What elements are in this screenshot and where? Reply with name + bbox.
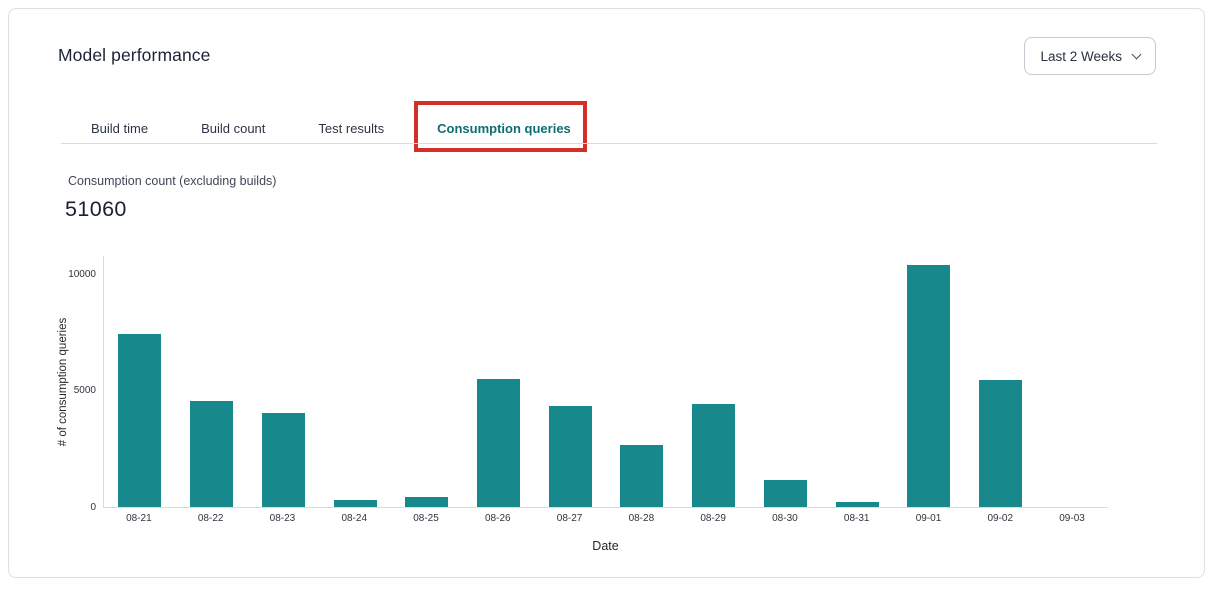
tab-consumption-queries[interactable]: Consumption queries <box>435 113 573 144</box>
bar-08-22[interactable] <box>190 401 233 507</box>
bar-08-26[interactable] <box>477 379 520 507</box>
x-tick-label: 08-28 <box>605 513 677 524</box>
bar-slot <box>176 401 248 507</box>
time-range-dropdown[interactable]: Last 2 Weeks <box>1024 37 1156 75</box>
bar-08-25[interactable] <box>405 497 448 507</box>
bars-container <box>104 256 1108 507</box>
page-title: Model performance <box>58 37 210 66</box>
y-tick-label: 0 <box>54 502 96 513</box>
bar-slot <box>247 413 319 507</box>
x-axis-ticks: 08-2108-2208-2308-2408-2508-2608-2708-28… <box>103 513 1108 524</box>
y-tick-label: 5000 <box>54 385 96 396</box>
bar-slot <box>749 480 821 507</box>
bar-slot <box>319 500 391 507</box>
x-tick-label: 08-24 <box>318 513 390 524</box>
tab-build-time[interactable]: Build time <box>89 113 150 144</box>
x-tick-label: 09-03 <box>1036 513 1108 524</box>
tab-consumption-queries-label: Consumption queries <box>437 121 571 136</box>
x-tick-label: 08-31 <box>821 513 893 524</box>
bar-slot <box>678 404 750 507</box>
tab-bar: Build time Build count Test results Cons… <box>89 113 573 144</box>
x-tick-label: 08-29 <box>677 513 749 524</box>
x-tick-label: 08-27 <box>534 513 606 524</box>
x-tick-label: 09-02 <box>964 513 1036 524</box>
bar-08-24[interactable] <box>334 500 377 507</box>
bar-slot <box>534 406 606 507</box>
tabbar-divider <box>61 143 1157 144</box>
x-tick-label: 08-23 <box>247 513 319 524</box>
x-tick-label: 08-25 <box>390 513 462 524</box>
card-header: Model performance Last 2 Weeks <box>58 37 1156 75</box>
bar-09-01[interactable] <box>907 265 950 507</box>
bar-slot <box>606 445 678 507</box>
bar-09-02[interactable] <box>979 380 1022 507</box>
bar-slot <box>821 502 893 507</box>
bar-08-23[interactable] <box>262 413 305 507</box>
y-tick-label: 10000 <box>54 269 96 280</box>
bar-08-28[interactable] <box>620 445 663 507</box>
x-tick-label: 08-26 <box>462 513 534 524</box>
bar-08-21[interactable] <box>118 334 161 507</box>
tab-test-results[interactable]: Test results <box>316 113 386 144</box>
bar-slot <box>104 334 176 507</box>
x-tick-label: 08-22 <box>175 513 247 524</box>
y-axis-label: # of consumption queries <box>57 318 69 447</box>
time-range-label: Last 2 Weeks <box>1040 49 1122 64</box>
metric-value: 51060 <box>65 197 127 222</box>
x-tick-label: 09-01 <box>893 513 965 524</box>
bar-slot <box>965 380 1037 507</box>
x-axis-title: Date <box>103 539 1108 553</box>
x-tick-label: 08-21 <box>103 513 175 524</box>
bar-08-30[interactable] <box>764 480 807 507</box>
plot-area: 0500010000 <box>103 256 1108 508</box>
bar-08-27[interactable] <box>549 406 592 507</box>
bar-08-31[interactable] <box>836 502 879 507</box>
bar-slot <box>391 497 463 507</box>
tab-build-count[interactable]: Build count <box>199 113 267 144</box>
x-tick-label: 08-30 <box>749 513 821 524</box>
bar-slot <box>463 379 535 507</box>
chevron-down-icon <box>1132 49 1142 59</box>
bar-08-29[interactable] <box>692 404 735 507</box>
bar-slot <box>893 265 965 507</box>
metric-label: Consumption count (excluding builds) <box>68 174 276 188</box>
model-performance-card: Model performance Last 2 Weeks Build tim… <box>8 8 1205 578</box>
